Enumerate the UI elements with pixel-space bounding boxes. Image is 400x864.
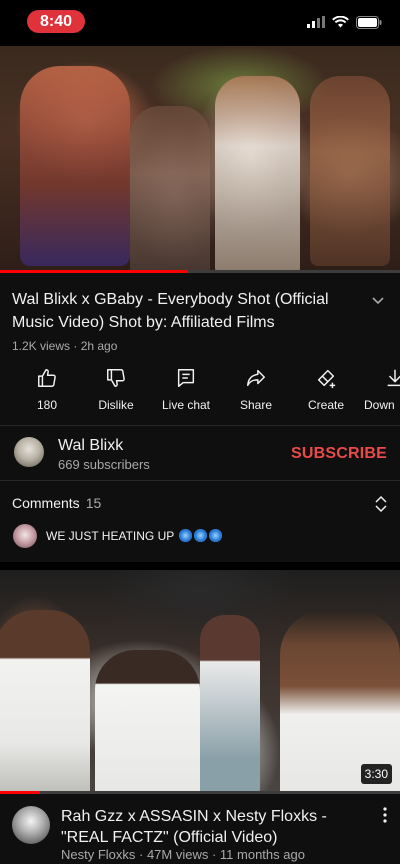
video-frame-figure (20, 66, 130, 266)
share-button[interactable]: Share (224, 367, 288, 412)
subscriber-count: 669 subscribers (58, 457, 150, 472)
video-frame-figure (215, 76, 300, 272)
thumbnail-figure (0, 610, 90, 791)
video-meta: 1.2K views · 2h ago (12, 339, 118, 353)
create-label: Create (307, 398, 345, 412)
like-button[interactable]: 180 (15, 367, 79, 412)
thumbnail-figure (200, 615, 260, 791)
video-duration-badge: 3:30 (360, 764, 392, 784)
create-icon (317, 369, 336, 389)
status-icons (307, 14, 382, 30)
download-label: Down (364, 398, 395, 412)
expand-collapse-icon[interactable] (374, 495, 388, 513)
video-frame-figure (130, 106, 210, 272)
video-frame-figure (310, 76, 390, 266)
cyclone-emoji-icon (209, 529, 223, 542)
top-comment: WE JUST HEATING UP (46, 529, 223, 543)
video-title-block[interactable]: Wal Blixk x GBaby - Everybody Shot (Offi… (12, 288, 362, 334)
dislike-button[interactable]: Dislike (84, 367, 148, 412)
thumbnail-figure (95, 650, 200, 791)
next-video-thumbnail[interactable]: 3:30 (0, 570, 400, 791)
cyclone-emoji-icon (179, 529, 193, 542)
live-chat-icon (177, 369, 195, 387)
video-title: Wal Blixk x GBaby - Everybody Shot (Offi… (12, 291, 329, 331)
channel-name[interactable]: Wal Blixk (58, 437, 123, 455)
more-options-icon[interactable] (380, 806, 390, 824)
comments-section[interactable]: Comments 15 WE JUST HEATING UP (0, 485, 400, 558)
channel-row[interactable]: Wal Blixk 669 subscribers SUBSCRIBE (0, 425, 400, 481)
download-icon (387, 369, 400, 387)
comments-label: Comments (12, 495, 80, 511)
download-button[interactable]: Down (364, 367, 400, 412)
chevron-down-icon[interactable] (370, 292, 386, 308)
share-icon (247, 369, 265, 387)
comments-count: 15 (85, 495, 102, 511)
next-video-meta: Nesty Floxks · 47M views · 11 months ago (61, 847, 305, 862)
dislike-label: Dislike (98, 398, 134, 412)
live-chat-button[interactable]: Live chat (154, 367, 218, 412)
thumbs-up-icon (38, 369, 56, 387)
status-time: 8:40 (27, 10, 85, 33)
next-video-channel-avatar[interactable] (12, 806, 50, 844)
subscribe-button[interactable]: SUBSCRIBE (291, 445, 387, 463)
commenter-avatar (13, 524, 37, 548)
like-count: 180 (36, 398, 58, 412)
live-chat-label: Live chat (161, 398, 211, 412)
video-progress-bar[interactable] (0, 270, 400, 273)
signal-icon (307, 16, 325, 28)
next-video-progress-fill (0, 791, 40, 794)
status-bar: 8:40 (0, 0, 400, 46)
share-label: Share (239, 398, 273, 412)
next-video-progress-bar (0, 791, 400, 794)
video-player[interactable] (0, 46, 400, 272)
top-comment-text: WE JUST HEATING UP (46, 529, 175, 543)
thumbs-down-icon (107, 369, 125, 387)
video-progress-fill (0, 270, 188, 273)
cyclone-emoji-icon (194, 529, 208, 542)
battery-icon (356, 15, 382, 29)
create-button[interactable]: Create (294, 367, 358, 412)
channel-avatar[interactable] (14, 437, 44, 467)
next-video-title[interactable]: Rah Gzz x ASSASIN x Nesty Floxks - "REAL… (61, 806, 361, 848)
section-divider (0, 562, 400, 570)
comments-header: Comments 15 (12, 495, 101, 511)
action-bar: 180 Dislike Live chat Share Create Down (0, 367, 400, 417)
wifi-icon (332, 16, 349, 28)
